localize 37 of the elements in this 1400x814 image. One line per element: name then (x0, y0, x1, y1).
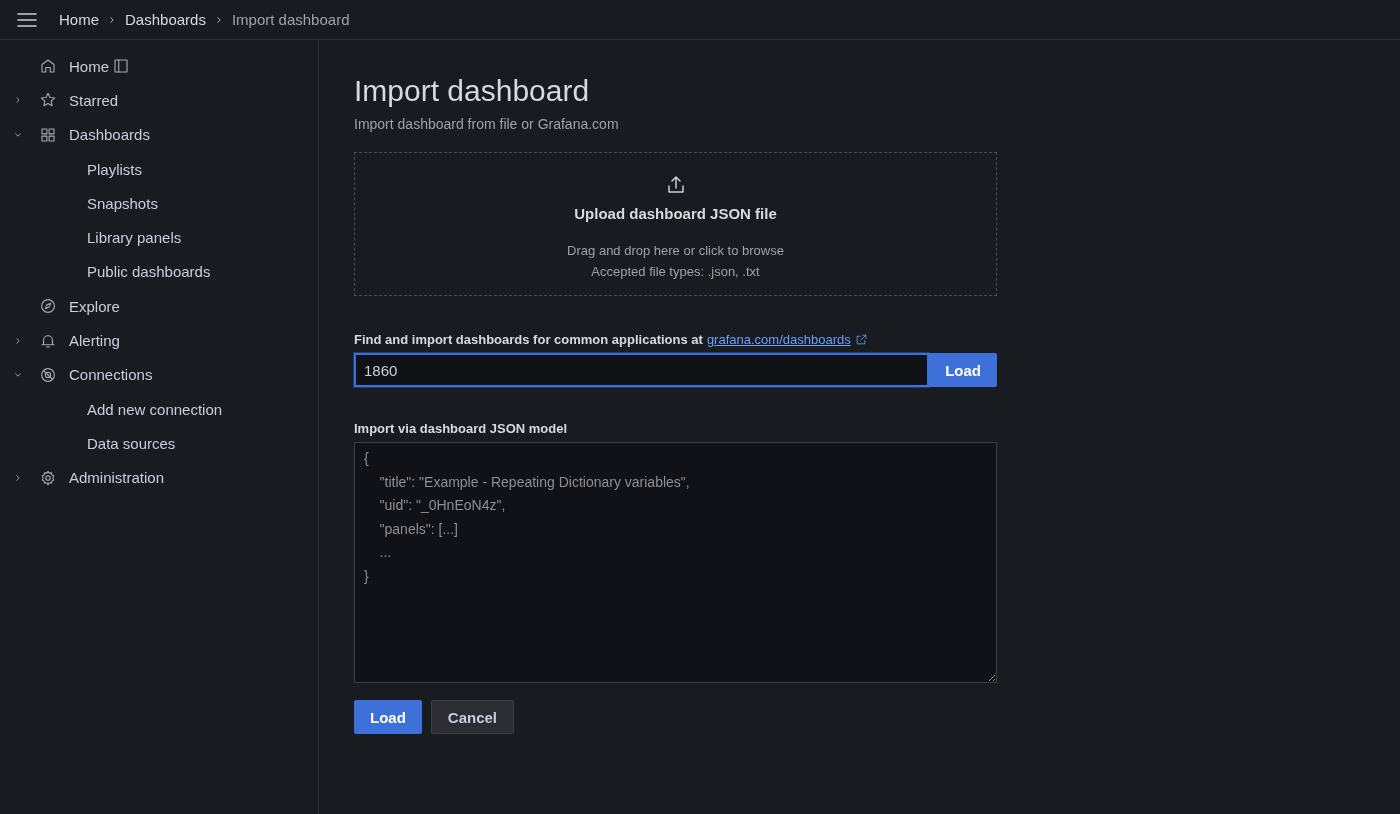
nav-item[interactable]: Administration (69, 469, 165, 487)
nav-subitem[interactable]: Add new connection (87, 400, 223, 418)
nav-subitem[interactable]: Playlists (87, 160, 142, 178)
load-button[interactable]: Load (929, 353, 997, 387)
json-model-textarea[interactable]: { "title": "Example - Repeating Dictionary variables", "uid": "_0HnEoN4z", "panels": [...] ... } (354, 442, 997, 683)
nav-subitem[interactable]: Public dashboards (87, 263, 211, 281)
compass-icon (39, 297, 57, 316)
nav-subitem[interactable]: Snapshots (87, 194, 158, 212)
external-link-icon[interactable] (854, 333, 868, 346)
nav-subitem[interactable]: Data sources (87, 434, 176, 452)
page-subtitle: Import dashboard from file or Grafana.com (354, 116, 620, 132)
nav-item[interactable]: Alerting (69, 332, 120, 349)
nav-item[interactable]: Starred (69, 91, 119, 109)
gear-icon (39, 468, 57, 487)
nav-item[interactable]: Dashboards (69, 126, 150, 144)
page-title: Import dashboard (354, 74, 591, 108)
upload-hint: Drag and drop here or click to browse (567, 242, 784, 260)
dock-panel-icon[interactable] (112, 57, 130, 76)
nav-item[interactable]: Home (69, 57, 109, 75)
dashboard-id-input[interactable]: 1860 (354, 353, 930, 387)
breadcrumb-current: Import dashboard (231, 11, 350, 28)
nav-item[interactable]: Explore (69, 297, 120, 315)
field-label: Find and import dashboards for common applications at (354, 332, 703, 347)
nav-subitem[interactable]: Library panels (87, 229, 182, 247)
load-button[interactable]: Load (354, 700, 422, 734)
cancel-button[interactable]: Cancel (430, 700, 515, 734)
grafana-link[interactable]: grafana.com/dashboards (706, 332, 851, 347)
nav-item[interactable]: Connections (69, 366, 153, 384)
breadcrumb-link[interactable]: Home (59, 11, 99, 28)
home-icon (39, 57, 57, 76)
file-types-text: Accepted file types: .json, .txt (591, 263, 760, 281)
upload-dropzone[interactable]: Upload dashboard JSON file Drag and drop here or click to browse Accepted file types: .json, .txt (354, 152, 997, 296)
field-label: Import via dashboard JSON model (354, 421, 569, 436)
upload-title: Upload dashboard JSON file (574, 205, 777, 222)
link-circles-icon (39, 365, 57, 384)
breadcrumb-link[interactable]: Dashboards (125, 11, 206, 28)
grid-icon (39, 125, 57, 144)
